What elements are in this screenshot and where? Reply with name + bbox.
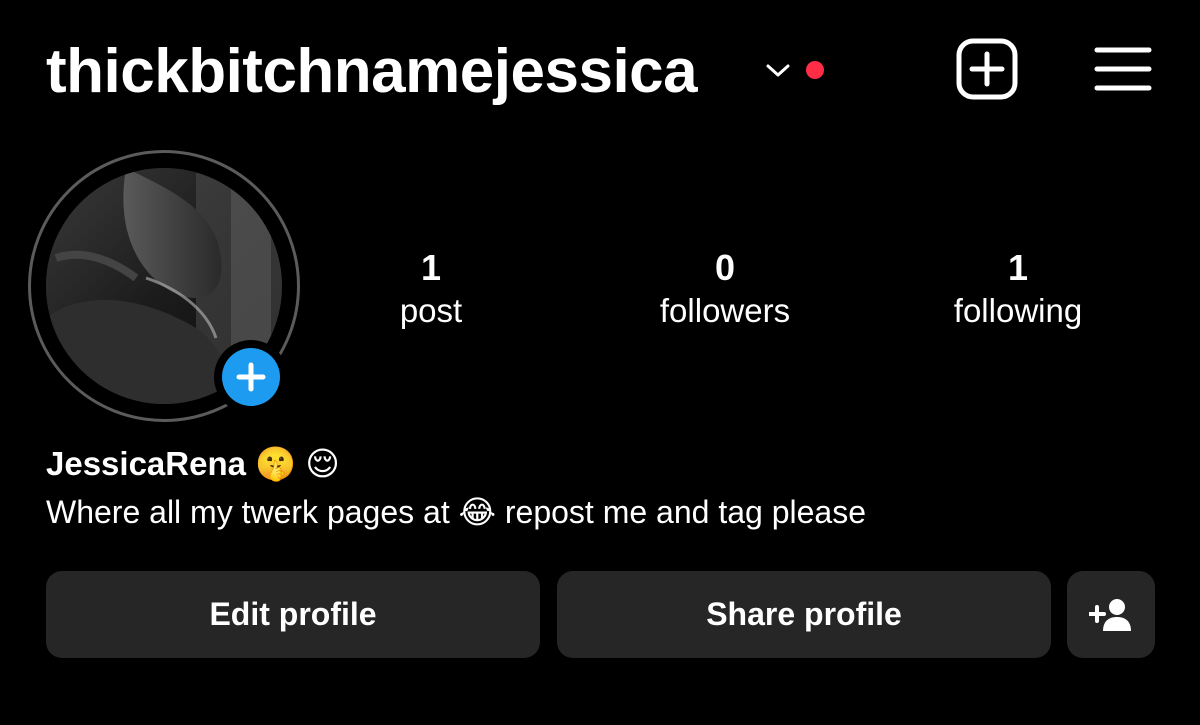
username-switcher[interactable]: thickbitchnamejessica	[46, 36, 698, 108]
bio-text: Where all my twerk pages at 😂 repost me …	[46, 494, 866, 530]
stat-following-count: 1	[1007, 247, 1029, 288]
stat-followers-label: followers	[659, 292, 791, 329]
share-profile-button[interactable]: Share profile	[557, 571, 1051, 658]
stat-posts[interactable]: 1 post	[321, 246, 541, 332]
avatar-container[interactable]	[28, 150, 300, 422]
edit-profile-button[interactable]: Edit profile	[46, 571, 540, 658]
share-profile-label: Share profile	[706, 596, 902, 632]
display-name: JessicaRena 🤫 😌	[46, 445, 340, 482]
edit-profile-label: Edit profile	[209, 596, 377, 632]
stat-posts-count: 1	[420, 247, 442, 288]
stat-following[interactable]: 1 following	[908, 246, 1128, 332]
notification-dot	[806, 61, 824, 79]
hamburger-menu-icon[interactable]	[1094, 42, 1152, 96]
add-story-button[interactable]	[214, 340, 288, 414]
plus-circle-icon	[236, 362, 266, 392]
person-add-icon	[1089, 598, 1131, 631]
chevron-down-icon[interactable]	[764, 60, 792, 80]
discover-people-button[interactable]	[1067, 571, 1155, 658]
profile-header: thickbitchnamejessica	[46, 34, 1154, 106]
stat-followers[interactable]: 0 followers	[615, 246, 835, 332]
stat-followers-count: 0	[714, 247, 736, 288]
profile-page: thickbitchnamejessica 1 post 0 followers…	[0, 0, 1200, 725]
stat-following-label: following	[953, 292, 1083, 329]
plus-square-icon[interactable]	[956, 38, 1018, 100]
stat-posts-label: post	[399, 292, 463, 329]
